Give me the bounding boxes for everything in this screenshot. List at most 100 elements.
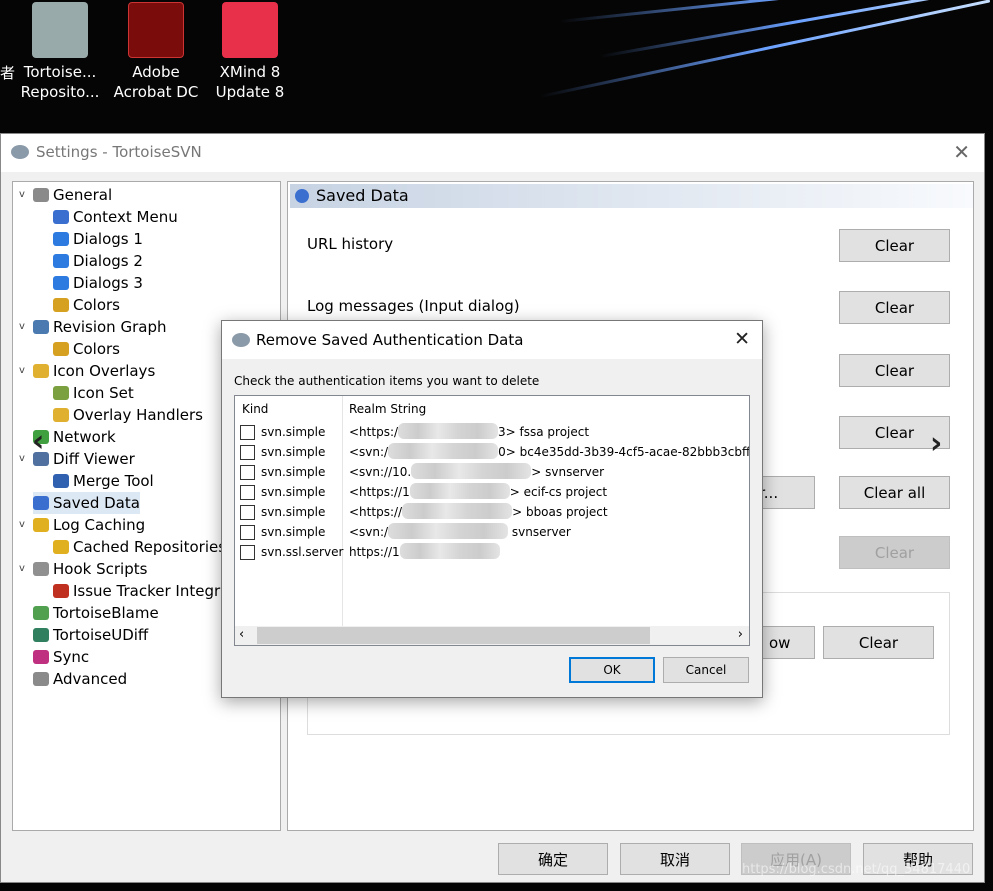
log-messages-label: Log messages (Input dialog) (307, 297, 520, 315)
tree-item[interactable]: Cached Repositories (53, 536, 226, 558)
tree-item[interactable]: Log Caching (33, 514, 145, 536)
item-kind: svn.simple (261, 485, 326, 499)
tree-item-label: Log Caching (53, 516, 146, 534)
tree-item-label: Overlay Handlers (73, 406, 203, 424)
tree-item[interactable]: Colors (53, 294, 120, 316)
tree-item[interactable]: Issue Tracker Integra (53, 580, 229, 602)
tree-item[interactable]: Network (33, 426, 116, 448)
tree-item[interactable]: TortoiseBlame (33, 602, 159, 624)
tree-item[interactable]: Icon Set (53, 382, 134, 404)
tree-item[interactable]: Advanced (33, 668, 127, 690)
icon-label: XMind 8 Update 8 (215, 63, 285, 101)
expand-toggle[interactable]: v (19, 519, 25, 530)
horizontal-scrollbar[interactable]: ‹ › (235, 626, 749, 645)
tree-item-label: Dialogs 2 (73, 252, 143, 270)
clear-log-messages-button[interactable]: Clear (839, 291, 950, 324)
item-checkbox[interactable] (240, 485, 255, 500)
item-kind: svn.simple (261, 525, 326, 539)
redacted-block (398, 423, 499, 439)
tree-item[interactable]: TortoiseUDiff (33, 624, 148, 646)
tree-item-label: Sync (53, 648, 90, 666)
expand-toggle[interactable]: v (19, 563, 25, 574)
tree-item-label: General (53, 186, 113, 204)
scroll-right-icon[interactable]: › (738, 627, 743, 642)
auth-items-list[interactable]: Kind Realm String ‹ › svn.simple <https:/… (234, 395, 750, 646)
acrobat-icon (128, 2, 184, 58)
item-checkbox[interactable] (240, 545, 255, 560)
expand-toggle[interactable]: v (19, 365, 25, 376)
tree-item-icon (33, 518, 49, 532)
list-item[interactable]: svn.simple <https://1 > ecif-cs project (235, 482, 749, 502)
panel-title: Saved Data (316, 186, 409, 205)
list-item[interactable]: svn.simple <svn://10. > svnserver (235, 462, 749, 482)
item-checkbox[interactable] (240, 465, 255, 480)
list-item[interactable]: svn.simple <https:/3> fssa project (235, 422, 749, 442)
tree-item-icon (53, 232, 69, 246)
tree-item-icon (53, 540, 69, 554)
next-arrow-icon[interactable]: › (930, 426, 942, 461)
tree-item[interactable]: General (33, 184, 112, 206)
column-header-kind[interactable]: Kind (242, 402, 268, 416)
list-item[interactable]: svn.simple <https://> bboas project (235, 502, 749, 522)
tree-item-icon (33, 320, 49, 334)
item-kind: svn.simple (261, 425, 326, 439)
tree-item[interactable]: Context Menu (53, 206, 178, 228)
tree-item[interactable]: Overlay Handlers (53, 404, 203, 426)
tree-item-label: Dialogs 3 (73, 274, 143, 292)
tree-item[interactable]: Merge Tool (53, 470, 154, 492)
redacted-block (411, 463, 532, 479)
tree-item[interactable]: Saved Data (33, 492, 140, 514)
tortoise-icon (232, 333, 250, 347)
expand-toggle[interactable]: v (19, 321, 25, 332)
tree-item-icon (53, 408, 69, 422)
tree-item[interactable]: Hook Scripts (33, 558, 147, 580)
ok-button[interactable]: 确定 (498, 843, 608, 875)
item-checkbox[interactable] (240, 425, 255, 440)
tree-item[interactable]: Dialogs 1 (53, 228, 143, 250)
list-item[interactable]: svn.simple <svn:/0> bc4e35dd-3b39-4cf5-ac… (235, 442, 749, 462)
tree-item[interactable]: Dialogs 2 (53, 250, 143, 272)
tree-item-icon (33, 364, 49, 378)
instruction-text: Check the authentication items you want … (234, 374, 540, 388)
expand-toggle[interactable]: v (19, 189, 25, 200)
title-bar: Settings - TortoiseSVN ✕ (1, 134, 984, 172)
cancel-button[interactable]: 取消 (620, 843, 730, 875)
desktop-icon-tortoise[interactable]: Tortoise... Reposito... (12, 2, 108, 102)
list-item[interactable]: svn.simple <svn:/ svnserver (235, 522, 749, 542)
column-header-realm[interactable]: Realm String (349, 402, 426, 416)
tree-item[interactable]: Sync (33, 646, 89, 668)
clear-all-button[interactable]: Clear all (839, 476, 950, 509)
tree-item[interactable]: Revision Graph (33, 316, 166, 338)
item-checkbox[interactable] (240, 505, 255, 520)
dialog-ok-button[interactable]: OK (569, 657, 655, 683)
tree-item-icon (53, 254, 69, 268)
previous-arrow-icon[interactable]: ‹ (32, 424, 44, 459)
clear-button[interactable]: Clear (839, 354, 950, 387)
clear-button[interactable]: Clear (823, 626, 934, 659)
dialog-cancel-button[interactable]: Cancel (663, 657, 749, 683)
tree-item-icon (53, 386, 69, 400)
desktop-icon-acrobat[interactable]: Adobe Acrobat DC (108, 2, 204, 102)
list-item[interactable]: svn.ssl.server https://1 (235, 542, 749, 562)
tree-item-icon (33, 496, 49, 510)
tree-item-label: Issue Tracker Integra (73, 582, 230, 600)
item-checkbox[interactable] (240, 525, 255, 540)
remove-auth-dialog: Remove Saved Authentication Data ✕ Check… (221, 320, 763, 698)
tree-item[interactable]: Icon Overlays (33, 360, 155, 382)
tree-item[interactable]: Diff Viewer (33, 448, 135, 470)
dialog-close-button[interactable]: ✕ (734, 328, 750, 350)
tree-item[interactable]: Colors (53, 338, 120, 360)
tree-item[interactable]: Dialogs 3 (53, 272, 143, 294)
item-realm: <https://1 > ecif-cs project (349, 483, 608, 499)
scrollbar-thumb[interactable] (257, 627, 650, 644)
redacted-block (388, 443, 499, 459)
expand-toggle[interactable]: v (19, 453, 25, 464)
tortoise-icon (11, 145, 29, 159)
scroll-left-icon[interactable]: ‹ (239, 627, 244, 642)
desktop-icon-xmind[interactable]: XMind 8 Update 8 (202, 2, 298, 102)
clear-url-history-button[interactable]: Clear (839, 229, 950, 262)
item-checkbox[interactable] (240, 445, 255, 460)
redacted-block (409, 483, 510, 499)
close-button[interactable]: ✕ (953, 140, 970, 164)
item-kind: svn.simple (261, 445, 326, 459)
